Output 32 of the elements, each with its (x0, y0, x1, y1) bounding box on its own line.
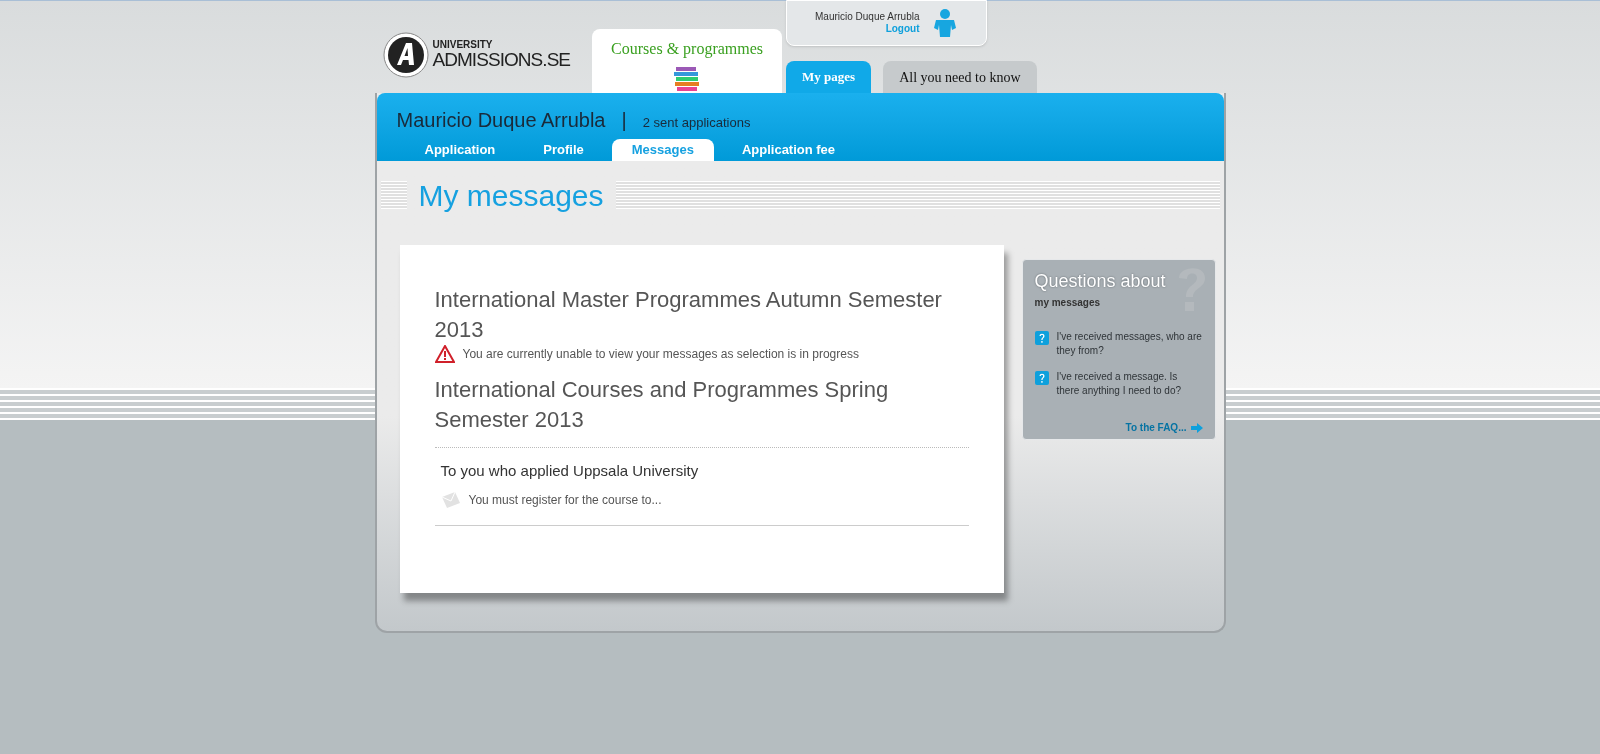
sub-tab[interactable]: Application (404, 139, 516, 161)
courses-tab[interactable]: Courses & programmes (592, 29, 783, 93)
help-title: Questions about (1034, 270, 1167, 293)
sub-tab[interactable]: Profile (523, 139, 604, 161)
main-tab[interactable]: All you need to know (883, 61, 1037, 93)
logo-wordmark: ADMISSIONS.SE (432, 50, 571, 69)
notice-text: You are currently unable to view your messages as selection is in progress (462, 346, 859, 363)
message-preview: You must register for the course to... (468, 491, 662, 509)
message-subject[interactable]: To you who applied Uppsala University (440, 460, 963, 483)
arrow-right-icon (1190, 422, 1203, 433)
logout-link[interactable]: Logout (885, 23, 920, 36)
sub-tab[interactable]: Application fee (721, 139, 856, 161)
warning-icon (434, 345, 455, 363)
envelope-icon (440, 490, 461, 509)
user-full-name: Mauricio Duque Arrubla (396, 108, 606, 133)
faq-question-link[interactable]: I've received a message. Is there anything I need to do? (1056, 370, 1203, 398)
user-icon (931, 8, 958, 38)
logo-icon (382, 31, 429, 78)
sub-tab[interactable]: Messages (611, 139, 714, 161)
main-tab[interactable]: My pages (786, 61, 872, 93)
help-subtitle: my messages (1034, 296, 1102, 310)
page-title: My messages (417, 177, 605, 214)
faq-question-link[interactable]: I've received messages, who are they from? (1056, 330, 1203, 358)
section-title: International Courses and Programmes Spring Semester 2013 (434, 376, 890, 434)
user-name: Mauricio Duque Arrubla (815, 10, 920, 23)
applications-count: 2 sent applications (642, 114, 751, 132)
help-icon (1034, 371, 1049, 385)
help-icon (1034, 331, 1049, 345)
logo-tagline: UNIVERSITY (432, 40, 494, 50)
faq-link[interactable]: To the FAQ... (1125, 420, 1187, 435)
section-title: International Master Programmes Autumn Semester 2013 (434, 286, 943, 344)
separator: | (621, 108, 627, 133)
